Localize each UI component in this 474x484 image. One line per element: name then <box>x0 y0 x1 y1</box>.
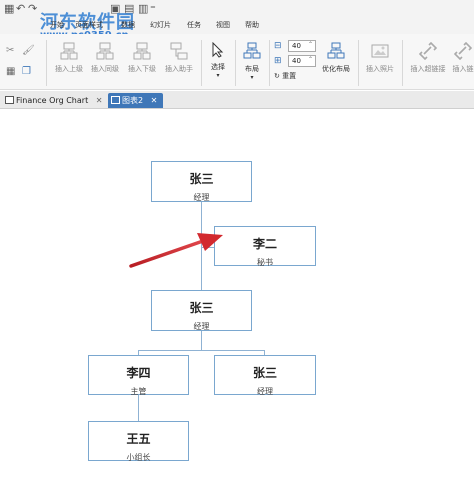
chart-doc-icon <box>5 96 14 104</box>
org-node-root[interactable]: 张三 经理 <box>151 161 252 202</box>
ribbon-divider <box>269 40 270 86</box>
menu-tab-help[interactable]: 帮助 <box>245 20 259 30</box>
insert-parent-button[interactable]: 插入上级 <box>52 42 86 74</box>
paste-icon[interactable]: ▦ <box>6 66 15 77</box>
horizontal-spacing-input[interactable]: 40 <box>288 40 316 52</box>
chevron-down-icon: ▾ <box>250 74 254 81</box>
document-tab-bar: Finance Org Chart ✕ 图表2 ✕ <box>0 91 474 109</box>
chevron-down-icon: ▾ <box>216 72 220 79</box>
tab-finance-org-chart[interactable]: Finance Org Chart ✕ <box>2 93 102 108</box>
select-button[interactable]: 选择 ▾ <box>204 42 232 79</box>
org-node-mid[interactable]: 张三 经理 <box>151 290 252 331</box>
insert-sibling-icon <box>96 42 114 60</box>
link-icon <box>419 42 437 60</box>
insert-sibling-button[interactable]: 插入同级 <box>86 42 124 74</box>
close-icon[interactable]: ✕ <box>151 96 158 105</box>
refresh-icon: ↻ <box>274 72 280 80</box>
redo-icon[interactable]: ↷ <box>28 2 37 15</box>
ribbon-divider <box>402 40 403 86</box>
chain-icon <box>454 42 472 60</box>
optimize-layout-icon <box>327 42 345 59</box>
app-logo-icon: ▦ <box>4 2 15 15</box>
layout-tree-icon <box>243 42 261 59</box>
ribbon-divider <box>235 40 236 86</box>
insert-hyperlink-button[interactable]: 插入超链接 <box>406 42 450 74</box>
annotation-arrow-icon <box>129 233 223 268</box>
cut-icon[interactable]: ✂ <box>6 45 14 56</box>
menu-tab-tasks[interactable]: 任务 <box>187 20 201 30</box>
connector-left-leaf <box>138 395 139 421</box>
format-painter-icon[interactable]: 🖌 <box>22 45 35 56</box>
insert-parent-icon <box>60 42 78 60</box>
undo-icon[interactable]: ↶ <box>16 2 25 15</box>
customize-icon[interactable]: ⁼ <box>150 2 156 15</box>
close-icon[interactable]: ✕ <box>96 96 103 105</box>
connector-horizontal <box>138 350 264 351</box>
layout-button[interactable]: 布局 ▾ <box>238 42 266 81</box>
insert-picture-button[interactable]: 插入照片 <box>362 42 398 74</box>
menu-tab-home[interactable]: 开始 <box>50 20 64 30</box>
org-node-left[interactable]: 李四 主管 <box>88 355 189 396</box>
reset-button[interactable]: ↻ 重置 <box>274 71 296 81</box>
ribbon-divider <box>358 40 359 86</box>
connector-mid-down <box>201 331 202 351</box>
insert-child-button[interactable]: 插入下级 <box>124 42 160 74</box>
menu-tab-slides[interactable]: 幻灯片 <box>150 20 171 30</box>
horizontal-spacing-icon: ⊟ <box>274 41 282 51</box>
export-icon[interactable]: ▥ <box>138 2 148 15</box>
menu-tab-data[interactable]: 数据 <box>121 20 135 30</box>
insert-assistant-button[interactable]: 插入助手 <box>160 42 198 74</box>
optimize-layout-button[interactable]: 优化布局 <box>318 42 354 74</box>
menu-tab-view[interactable]: 视图 <box>216 20 230 30</box>
picture-icon <box>371 44 389 58</box>
insert-assistant-icon <box>170 42 188 60</box>
tab-chart-2[interactable]: 图表2 ✕ <box>108 93 164 108</box>
title-bar: ▦ ↶ ↷ ▣ ▤ ▥ ⁼ 河东软件园 www.pc0359.cn 开始 页面样… <box>0 0 474 41</box>
menu-tab-page-style[interactable]: 页面样式 <box>75 20 103 30</box>
org-chart-canvas[interactable]: 张三 经理 李二 秘书 张三 经理 李四 主管 张三 经理 王五 小组长 <box>0 110 474 484</box>
ribbon-divider <box>46 40 47 86</box>
cursor-arrow-icon <box>212 42 224 58</box>
insert-link-button[interactable]: 插入链 <box>452 42 474 74</box>
org-node-right[interactable]: 张三 经理 <box>214 355 316 396</box>
insert-child-icon <box>133 42 151 60</box>
chart-doc-icon <box>111 96 120 104</box>
ribbon-divider <box>201 40 202 86</box>
copy-icon[interactable]: ❐ <box>22 66 31 77</box>
vertical-spacing-icon: ⊞ <box>274 56 282 66</box>
org-node-leaf[interactable]: 王五 小组长 <box>88 421 189 462</box>
vertical-spacing-input[interactable]: 40 <box>288 55 316 67</box>
